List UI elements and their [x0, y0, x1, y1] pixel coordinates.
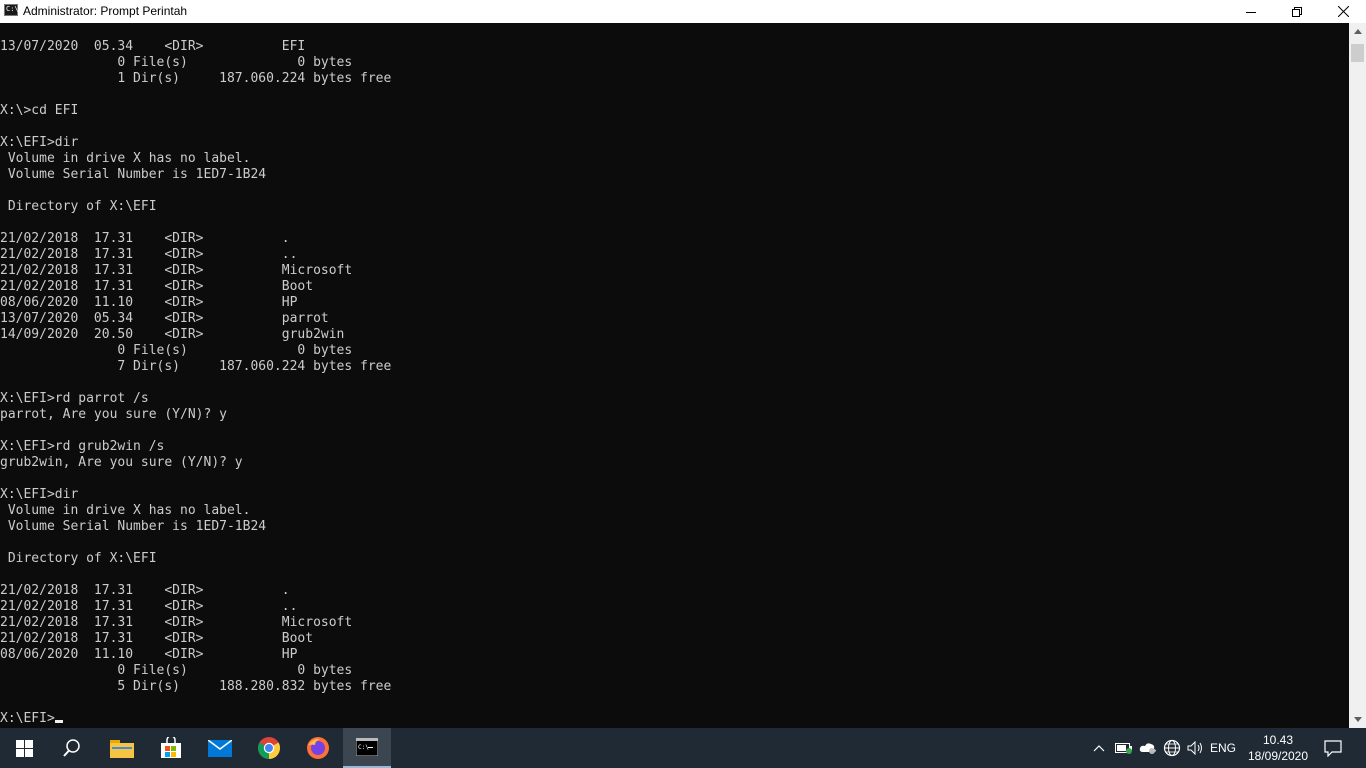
- clock[interactable]: 10.43 18/09/2020: [1240, 732, 1316, 764]
- console-prompt-line[interactable]: X:\EFI>: [0, 711, 1348, 727]
- console-line: X:\EFI>rd grub2win /s: [0, 439, 165, 454]
- console-line: 21/02/2018 17.31 <DIR> .: [0, 231, 290, 246]
- arrow-down-icon: [1353, 717, 1362, 722]
- console-line: 21/02/2018 17.31 <DIR> Boot: [0, 631, 314, 646]
- input-language[interactable]: ENG: [1208, 728, 1238, 768]
- speaker-icon: [1187, 741, 1202, 755]
- console-line: X:\EFI>dir: [0, 487, 79, 502]
- mail-icon: [208, 739, 232, 757]
- console-line: 21/02/2018 17.31 <DIR> .: [0, 583, 290, 598]
- command-prompt-icon: C:\: [356, 738, 378, 756]
- taskbar-file-explorer[interactable]: [98, 728, 146, 768]
- minimize-icon: [1246, 11, 1256, 13]
- restore-icon: [1292, 6, 1302, 17]
- console-line: 08/06/2020 11.10 <DIR> HP: [0, 295, 298, 310]
- store-icon: [161, 737, 181, 758]
- console-line: 0 File(s) 0 bytes: [0, 55, 353, 70]
- console-line: 14/09/2020 20.50 <DIR> grub2win: [0, 327, 345, 342]
- search-icon: [63, 739, 80, 757]
- console-line: Directory of X:\EFI: [0, 551, 157, 566]
- console-line: Volume in drive X has no label.: [0, 503, 251, 518]
- command-prompt-icon: C:\: [4, 4, 19, 16]
- console-line: parrot, Are you sure (Y/N)? y: [0, 407, 227, 422]
- console-line: 1 Dir(s) 187.060.224 bytes free: [0, 71, 392, 86]
- taskbar-firefox[interactable]: [294, 728, 342, 768]
- file-explorer-icon: [110, 740, 134, 758]
- console-line: X:\EFI>dir: [0, 135, 79, 150]
- cloud-sync-icon: [1139, 743, 1156, 754]
- close-button[interactable]: [1320, 0, 1366, 23]
- action-center-button[interactable]: [1318, 728, 1348, 768]
- title-bar[interactable]: C:\ Administrator: Prompt Perintah: [0, 0, 1366, 23]
- tray-network[interactable]: [1161, 728, 1183, 768]
- console-line: Volume Serial Number is 1ED7-1B24: [0, 519, 267, 534]
- console-line: 08/06/2020 11.10 <DIR> HP: [0, 647, 298, 662]
- console-line: 21/02/2018 17.31 <DIR> Boot: [0, 279, 314, 294]
- taskbar-mail[interactable]: [196, 728, 244, 768]
- svg-text:C:\: C:\: [358, 744, 369, 751]
- clock-date: 18/09/2020: [1247, 749, 1309, 763]
- console-line: Directory of X:\EFI: [0, 199, 157, 214]
- minimize-button[interactable]: [1228, 0, 1274, 23]
- console-line: 13/07/2020 05.34 <DIR> EFI: [0, 39, 306, 54]
- taskbar: C:\ ENG 10.43 18/09/2020: [0, 728, 1366, 768]
- console-line: grub2win, Are you sure (Y/N)? y: [0, 455, 243, 470]
- firefox-icon: [307, 737, 329, 759]
- window-title: Administrator: Prompt Perintah: [23, 4, 188, 18]
- windows-logo-icon: [15, 739, 33, 757]
- chevron-up-icon: [1093, 744, 1105, 751]
- search-button[interactable]: [48, 728, 96, 768]
- vertical-scrollbar[interactable]: [1349, 23, 1366, 728]
- notification-icon: [1324, 739, 1342, 757]
- console-line: 21/02/2018 17.31 <DIR> Microsoft: [0, 615, 353, 630]
- console-line: 21/02/2018 17.31 <DIR> ..: [0, 247, 298, 262]
- console-line: X:\>cd EFI: [0, 103, 79, 118]
- arrow-up-icon: [1353, 29, 1362, 34]
- globe-icon: [1163, 739, 1181, 757]
- taskbar-command-prompt[interactable]: C:\: [343, 728, 391, 768]
- battery-charging-icon: [1115, 743, 1132, 754]
- command-prompt-window[interactable]: C:\ Administrator: Prompt Perintah 13/07…: [0, 0, 1366, 728]
- taskbar-store[interactable]: [147, 728, 195, 768]
- console-line: 13/07/2020 05.34 <DIR> parrot: [0, 311, 329, 326]
- start-button[interactable]: [0, 728, 48, 768]
- restore-button[interactable]: [1274, 0, 1320, 23]
- console-line: 21/02/2018 17.31 <DIR> Microsoft: [0, 263, 353, 278]
- taskbar-chrome[interactable]: [245, 728, 293, 768]
- text-cursor: [54, 720, 63, 723]
- console-line: X:\EFI>rd parrot /s: [0, 391, 149, 406]
- console-line: Volume in drive X has no label.: [0, 151, 251, 166]
- console-output[interactable]: 13/07/2020 05.34 <DIR> EFI 0 File(s) 0 b…: [0, 39, 1348, 728]
- tray-volume[interactable]: [1185, 728, 1205, 768]
- console-line: 0 File(s) 0 bytes: [0, 663, 353, 678]
- console-line: Volume Serial Number is 1ED7-1B24: [0, 167, 267, 182]
- tray-battery[interactable]: [1113, 728, 1135, 768]
- console-line: 21/02/2018 17.31 <DIR> ..: [0, 599, 298, 614]
- chrome-icon: [258, 737, 280, 759]
- show-hidden-icons-button[interactable]: [1090, 728, 1108, 768]
- scroll-down-button[interactable]: [1349, 711, 1366, 728]
- tray-onedrive[interactable]: [1137, 728, 1159, 768]
- console-line: 5 Dir(s) 188.280.832 bytes free: [0, 679, 392, 694]
- console-prompt: X:\EFI>: [0, 711, 55, 726]
- console-line: 7 Dir(s) 187.060.224 bytes free: [0, 359, 392, 374]
- close-icon: [1337, 6, 1349, 17]
- console-line: 0 File(s) 0 bytes: [0, 343, 353, 358]
- scroll-up-button[interactable]: [1349, 23, 1366, 40]
- clock-time: 10.43: [1262, 733, 1294, 747]
- scroll-thumb[interactable]: [1351, 44, 1364, 62]
